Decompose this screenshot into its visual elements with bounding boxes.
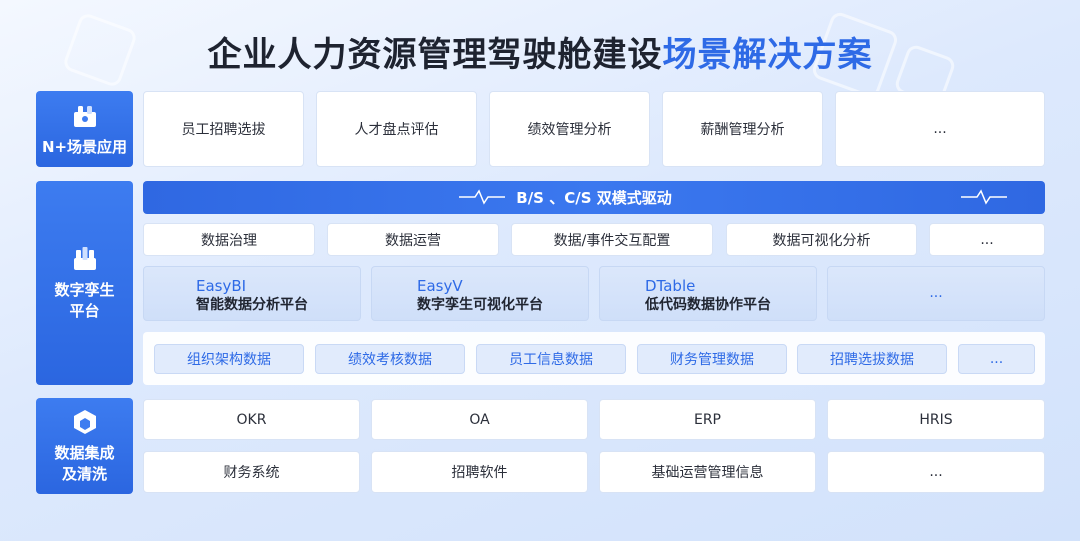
building-icon — [73, 247, 96, 270]
system-item-more[interactable]: ... — [827, 451, 1045, 493]
product-name: DTable — [645, 277, 696, 295]
label-digital-twin: 数字孪生 平台 — [36, 181, 133, 385]
label-scenario-apps: N+场景应用 — [36, 91, 133, 167]
function-item-text: 数据可视化分析 — [772, 232, 871, 249]
product-desc: 低代码数据协作平台 — [645, 297, 771, 313]
system-item-text: 招聘软件 — [451, 465, 508, 481]
label-digital-twin-line2: 平台 — [69, 302, 100, 320]
product-card-more[interactable]: ... — [827, 266, 1045, 321]
scenario-item-text: 绩效管理分析 — [527, 122, 612, 138]
scenario-item-text: 员工招聘选拔 — [181, 122, 266, 138]
function-item-text: 数据/事件交互配置 — [553, 232, 671, 249]
title-highlight: 场景解决方案 — [662, 35, 873, 75]
function-item[interactable]: 数据可视化分析 — [726, 223, 917, 256]
function-item-text: 数据治理 — [201, 232, 257, 249]
system-item[interactable]: OKR — [143, 399, 360, 440]
product-name: EasyV — [417, 277, 463, 295]
system-item[interactable]: 财务系统 — [143, 451, 360, 493]
label-scenario-apps-text: N+场景应用 — [41, 137, 128, 156]
function-item-more[interactable]: ... — [929, 223, 1045, 256]
data-tag[interactable]: 绩效考核数据 — [315, 344, 465, 374]
data-tag-text: 绩效考核数据 — [348, 352, 432, 368]
data-tag[interactable]: 员工信息数据 — [476, 344, 626, 374]
label-data-integration-line2: 及清洗 — [61, 465, 107, 483]
data-tag-text: 组织架构数据 — [187, 352, 271, 368]
label-data-integration-line1: 数据集成 — [54, 444, 115, 462]
scenario-item-text: ... — [933, 121, 947, 137]
pulse-line-icon — [961, 189, 1007, 205]
scenario-item[interactable]: 员工招聘选拔 — [143, 91, 304, 167]
system-item[interactable]: 招聘软件 — [371, 451, 588, 493]
page-title: 企业人力资源管理驾驶舱建设场景解决方案 — [0, 27, 1080, 76]
title-main: 企业人力资源管理驾驶舱建设 — [207, 35, 663, 75]
product-more-text: ... — [929, 285, 943, 301]
system-item[interactable]: HRIS — [827, 399, 1045, 440]
system-item-text: 财务系统 — [223, 465, 280, 481]
data-tag[interactable]: 财务管理数据 — [637, 344, 787, 374]
puzzle-icon — [73, 105, 96, 127]
data-tag[interactable]: 招聘选拔数据 — [797, 344, 947, 374]
data-tag-text: 员工信息数据 — [509, 352, 593, 368]
product-card-easyv[interactable]: EasyV 数字孪生可视化平台 — [371, 266, 589, 321]
product-card-dtable[interactable]: DTable 低代码数据协作平台 — [599, 266, 817, 321]
cube-icon — [73, 410, 96, 434]
function-item[interactable]: 数据治理 — [143, 223, 315, 256]
product-name: EasyBI — [196, 277, 247, 295]
mode-bar-text: B/S 、C/S 双模式驱动 — [516, 189, 672, 207]
label-digital-twin-line1: 数字孪生 — [54, 281, 115, 299]
pulse-line-icon — [459, 189, 505, 205]
scenario-item-text: 人才盘点评估 — [354, 122, 439, 138]
system-item[interactable]: ERP — [599, 399, 816, 440]
system-item[interactable]: OA — [371, 399, 588, 440]
function-item-text: 数据运营 — [385, 232, 441, 249]
system-item[interactable]: 基础运营管理信息 — [599, 451, 816, 493]
system-item-text: 基础运营管理信息 — [651, 465, 764, 481]
system-item-text: OKR — [236, 411, 267, 428]
scenario-item-more[interactable]: ... — [835, 91, 1045, 167]
function-item-text: ... — [980, 231, 994, 248]
product-card-easybi[interactable]: EasyBI 智能数据分析平台 — [143, 266, 361, 321]
product-desc: 智能数据分析平台 — [196, 297, 308, 313]
system-item-text: HRIS — [919, 411, 953, 428]
label-data-integration: 数据集成 及清洗 — [36, 398, 133, 494]
mode-bar: B/S 、C/S 双模式驱动 — [143, 181, 1045, 214]
function-item[interactable]: 数据运营 — [327, 223, 499, 256]
data-tag-text: ... — [989, 351, 1004, 367]
scenario-item[interactable]: 薪酬管理分析 — [662, 91, 823, 167]
data-tag[interactable]: 组织架构数据 — [154, 344, 304, 374]
scenario-item[interactable]: 人才盘点评估 — [316, 91, 477, 167]
data-tag-text: 财务管理数据 — [670, 352, 754, 368]
system-item-text: ... — [929, 464, 943, 480]
scenario-item-text: 薪酬管理分析 — [700, 122, 785, 138]
data-tag-more[interactable]: ... — [958, 344, 1035, 374]
data-tag-text: 招聘选拔数据 — [830, 352, 914, 368]
function-item[interactable]: 数据/事件交互配置 — [511, 223, 713, 256]
product-desc: 数字孪生可视化平台 — [417, 297, 543, 313]
scenario-item[interactable]: 绩效管理分析 — [489, 91, 650, 167]
system-item-text: ERP — [693, 411, 721, 428]
system-item-text: OA — [469, 411, 490, 428]
